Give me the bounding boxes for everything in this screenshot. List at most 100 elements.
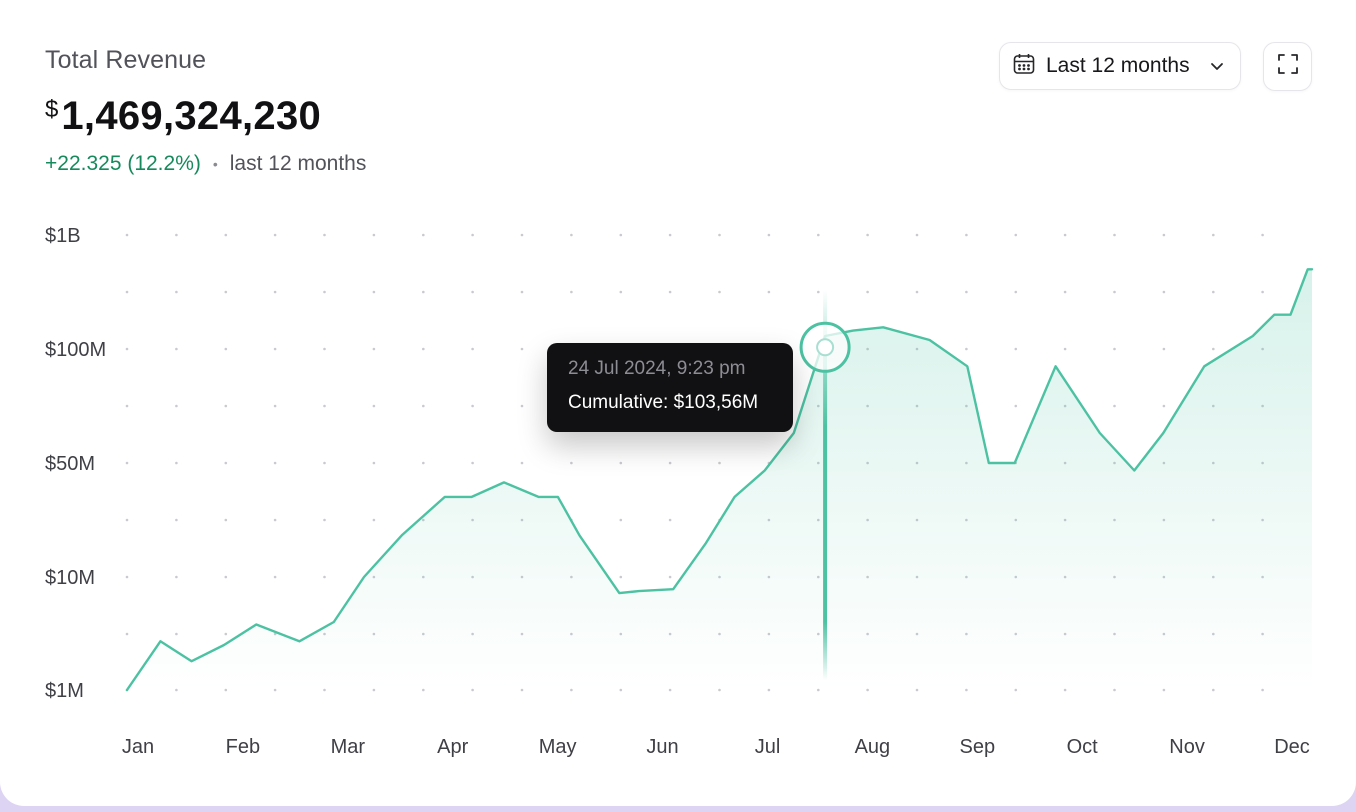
grid-dot: [422, 404, 425, 408]
grid-dot: [273, 518, 277, 522]
grid-dot: [323, 404, 326, 408]
grid-dot: [323, 233, 326, 237]
revenue-area: [127, 269, 1312, 690]
grid-dot: [372, 290, 376, 294]
grid-dot: [1113, 347, 1116, 351]
grid-dot: [323, 461, 326, 465]
grid-dot: [619, 233, 623, 237]
grid-dot: [668, 461, 672, 465]
grid-dot: [866, 233, 869, 237]
grid-dot: [224, 404, 228, 408]
grid-dot: [323, 575, 326, 579]
grid-dot: [471, 233, 474, 237]
grid-dot: [175, 233, 178, 237]
grid-dot: [273, 347, 277, 351]
y-tick-50m: $50M: [45, 453, 95, 475]
x-tick-apr: Apr: [437, 736, 468, 758]
grid-dot: [668, 518, 672, 522]
grid-dot: [1212, 233, 1215, 237]
x-tick-jul: Jul: [755, 736, 781, 758]
tooltip-value: Cumulative: $103,56M: [568, 392, 759, 413]
y-tick-1b: $1B: [45, 225, 81, 247]
grid-dot: [273, 233, 277, 237]
grid-dot: [1162, 347, 1166, 351]
grid-dot: [520, 290, 524, 294]
grid-dot: [471, 347, 474, 351]
grid-dot: [224, 290, 228, 294]
grid-dot: [866, 290, 869, 294]
x-tick-may: May: [539, 736, 577, 758]
grid-dot: [915, 233, 919, 237]
grid-dot: [273, 461, 277, 465]
grid-dot: [372, 347, 376, 351]
highlight-point: [816, 338, 835, 357]
grid-dot: [422, 347, 425, 351]
grid-dot: [224, 461, 228, 465]
grid-dot: [1162, 290, 1166, 294]
grid-dot: [570, 290, 573, 294]
grid-dot: [273, 575, 277, 579]
grid-dot: [767, 290, 771, 294]
grid-dot: [224, 233, 228, 237]
grid-dot: [1014, 404, 1018, 408]
grid-dot: [471, 461, 474, 465]
grid-dot: [619, 461, 623, 465]
grid-dot: [1014, 290, 1018, 294]
grid-dot: [422, 233, 425, 237]
grid-dot: [372, 461, 376, 465]
grid-dot: [817, 233, 820, 237]
grid-dot: [520, 404, 524, 408]
grid-dot: [817, 290, 820, 294]
grid-dot: [175, 461, 178, 465]
grid-dot: [1063, 233, 1067, 237]
grid-dot: [372, 518, 376, 522]
grid-dot: [1014, 347, 1018, 351]
grid-dot: [718, 461, 721, 465]
grid-dot: [372, 404, 376, 408]
x-tick-mar: Mar: [331, 736, 366, 758]
grid-dot: [372, 233, 376, 237]
grid-dot: [323, 290, 326, 294]
grid-dot: [767, 233, 771, 237]
grid-dot: [125, 632, 129, 636]
grid-dot: [570, 233, 573, 237]
grid-dot: [520, 233, 524, 237]
grid-dot: [619, 518, 623, 522]
grid-dot: [175, 518, 178, 522]
grid-dot: [1162, 404, 1166, 408]
x-tick-oct: Oct: [1067, 736, 1099, 758]
grid-dot: [224, 518, 228, 522]
grid-dot: [965, 290, 968, 294]
grid-dot: [323, 518, 326, 522]
grid-dot: [125, 290, 129, 294]
grid-dot: [668, 290, 672, 294]
grid-dot: [175, 347, 178, 351]
grid-dot: [1212, 290, 1215, 294]
x-tick-dec: Dec: [1274, 736, 1310, 758]
grid-dot: [175, 575, 178, 579]
grid-dot: [915, 290, 919, 294]
grid-dot: [1261, 290, 1264, 294]
grid-dot: [1113, 290, 1116, 294]
grid-dot: [1063, 290, 1067, 294]
grid-dot: [668, 575, 672, 579]
grid-dot: [619, 575, 623, 579]
x-tick-jan: Jan: [122, 736, 154, 758]
tooltip-date: 24 Jul 2024, 9:23 pm: [568, 358, 746, 379]
grid-dot: [125, 233, 129, 237]
grid-dot: [668, 233, 672, 237]
grid-dot: [570, 461, 573, 465]
grid-dot: [619, 290, 623, 294]
grid-dot: [1113, 233, 1116, 237]
grid-dot: [1063, 347, 1067, 351]
grid-dot: [224, 575, 228, 579]
grid-dot: [125, 347, 129, 351]
y-axis: $1B $100M $50M $10M $1M: [45, 225, 106, 702]
x-tick-nov: Nov: [1169, 736, 1205, 758]
grid-dot: [520, 347, 524, 351]
grid-dot: [718, 290, 721, 294]
grid-dot: [718, 233, 721, 237]
y-tick-10m: $10M: [45, 567, 95, 589]
x-tick-aug: Aug: [855, 736, 891, 758]
grid-dot: [422, 290, 425, 294]
